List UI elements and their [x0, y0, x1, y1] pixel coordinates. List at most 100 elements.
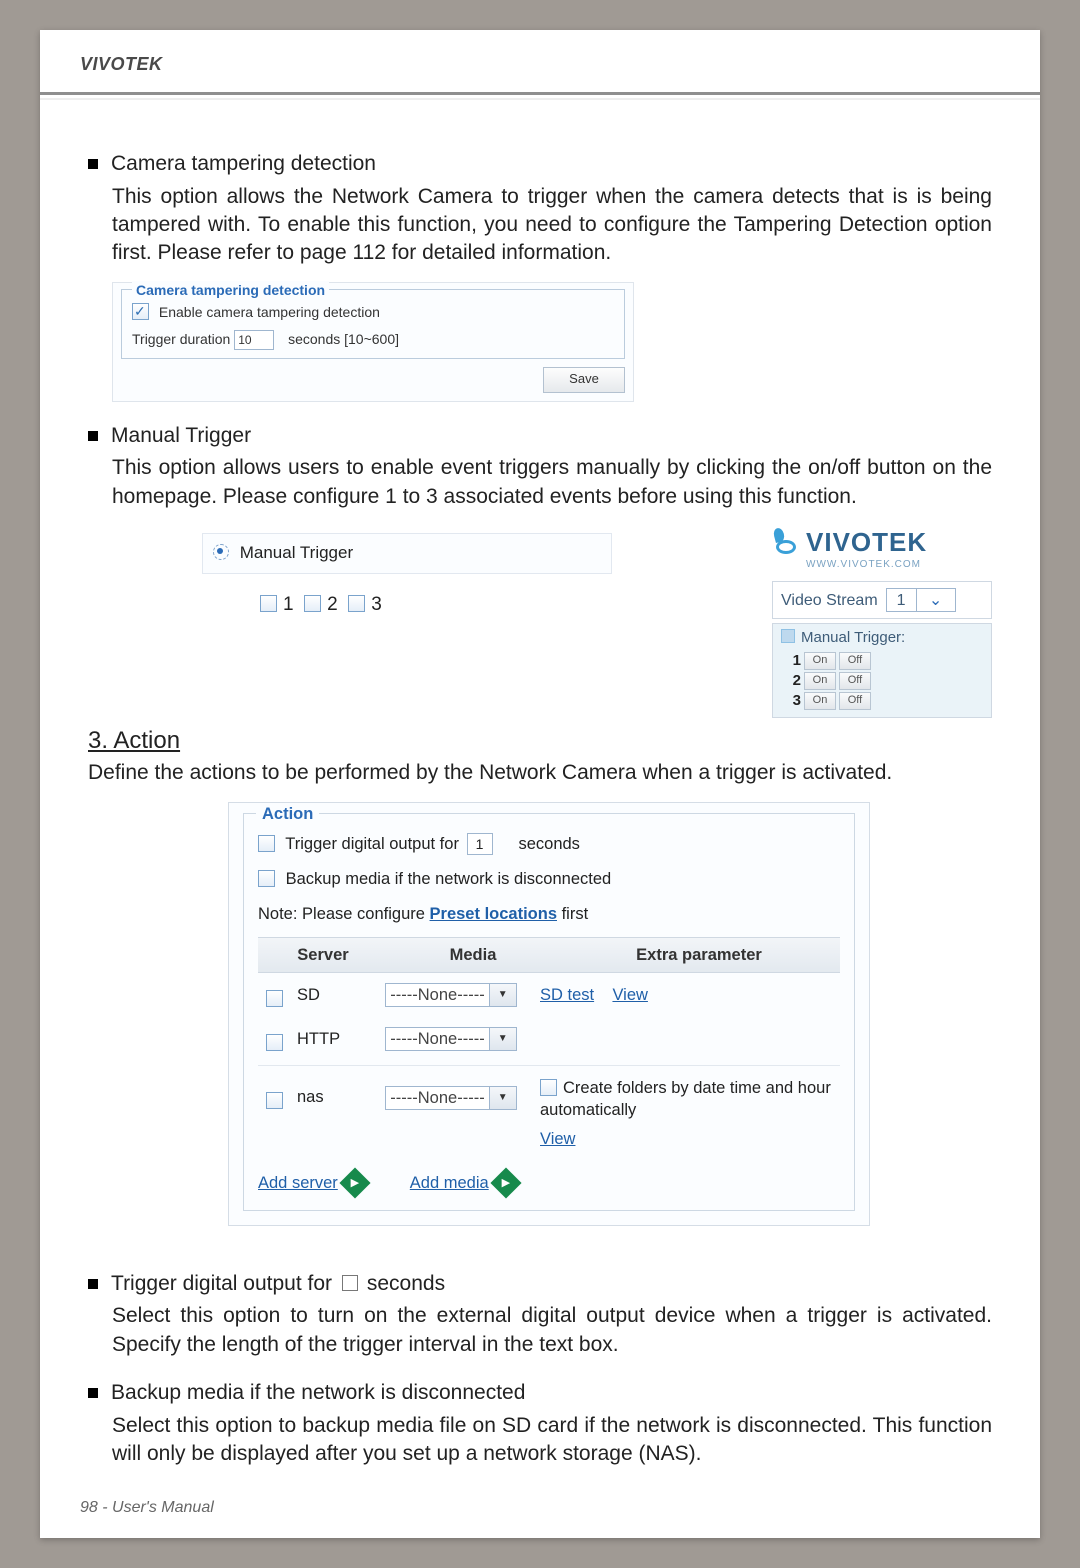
label-sd: SD — [297, 984, 320, 1006]
lead-backup-media: Backup media if the network is disconnec… — [111, 1381, 525, 1404]
add-server-button[interactable]: Add server — [258, 1172, 366, 1194]
mt-side-title: Manual Trigger: — [781, 628, 983, 648]
label-trigger-pre: Trigger digital output for — [285, 835, 459, 853]
label-http: HTTP — [297, 1028, 340, 1050]
mt-num-2: 2 — [787, 671, 801, 691]
select-sd-media[interactable]: -----None-----▼ — [385, 983, 516, 1007]
checkbox-http[interactable] — [266, 1034, 283, 1051]
label-create-folders: Create folders by date time and hour aut… — [540, 1079, 831, 1119]
checkbox-create-folders[interactable] — [540, 1079, 557, 1096]
checkbox-backup-media[interactable] — [258, 870, 275, 887]
brand: VIVOTEK — [80, 52, 1000, 76]
mt-on-1[interactable]: On — [804, 652, 836, 670]
label-nas: nas — [297, 1086, 324, 1108]
vivotek-side-panel: VIVOTEK WWW.VIVOTEK.COM Video Stream 1 ⌄… — [772, 525, 992, 695]
checkbox-sd[interactable] — [266, 990, 283, 1007]
bullet-backup-media: Backup media if the network is disconnec… — [88, 1379, 992, 1407]
legend-action: Action — [256, 803, 319, 825]
checkbox-enable-tampering[interactable] — [132, 303, 149, 320]
mt-off-3[interactable]: Off — [839, 692, 871, 710]
select-nas-media[interactable]: -----None-----▼ — [385, 1086, 516, 1110]
label-mt-1: 1 — [283, 594, 294, 615]
chevron-down-icon: ▼ — [489, 984, 516, 1006]
input-trigdur[interactable]: 10 — [234, 330, 274, 350]
select-nas-media-value: -----None----- — [386, 1087, 488, 1109]
bullet-square-icon — [88, 431, 98, 441]
action-row-http: HTTP -----None-----▼ — [258, 1017, 840, 1061]
vivotek-logo-text: VIVOTEK — [806, 525, 927, 560]
chevron-down-icon: ▼ — [489, 1028, 516, 1050]
action-table-header: Server Media Extra parameter — [258, 937, 840, 973]
label-mt-2: 2 — [327, 594, 338, 615]
action-row-nas: nas -----None-----▼ Create folders by da… — [258, 1065, 840, 1160]
mt-on-3[interactable]: On — [804, 692, 836, 710]
link-sd-view[interactable]: View — [612, 986, 647, 1004]
bullet-trigger-digital: Trigger digital output for seconds — [88, 1270, 992, 1298]
video-stream-value: 1 — [887, 590, 916, 612]
row-trigger-digital: Trigger digital output for 1 seconds — [258, 832, 840, 856]
mt-on-2[interactable]: On — [804, 672, 836, 690]
lead-manual-trigger: Manual Trigger — [111, 424, 251, 447]
vivotek-mark-icon — [772, 528, 800, 556]
save-button[interactable]: Save — [543, 367, 625, 393]
body-camera-tampering: This option allows the Network Camera to… — [112, 183, 992, 268]
radio-manual-trigger[interactable] — [213, 544, 229, 560]
vivotek-logo: VIVOTEK — [772, 525, 992, 560]
body-manual-trigger: This option allows users to enable event… — [112, 454, 992, 511]
checkbox-nas[interactable] — [266, 1092, 283, 1109]
link-sd-test[interactable]: SD test — [540, 986, 594, 1004]
link-nas-view[interactable]: View — [540, 1130, 575, 1148]
body-trigger-digital: Select this option to turn on the extern… — [112, 1302, 992, 1359]
fieldset-action: Action Trigger digital output for 1 seco… — [243, 813, 855, 1212]
select-sd-media-value: -----None----- — [386, 984, 488, 1006]
select-http-media[interactable]: -----None-----▼ — [385, 1027, 516, 1051]
bullet-square-icon — [88, 1279, 98, 1289]
section-action-intro: Define the actions to be performed by th… — [88, 759, 992, 787]
page-footer: 98 - User's Manual — [80, 1497, 214, 1519]
row-note: Note: Please configure Preset locations … — [258, 903, 840, 925]
lead-trigger-digital-pre: Trigger digital output for — [111, 1272, 338, 1295]
bullet-manual-trigger: Manual Trigger — [88, 422, 992, 450]
select-http-media-value: -----None----- — [386, 1028, 488, 1050]
checkbox-mt-2[interactable] — [304, 595, 321, 612]
chevron-down-icon: ⌄ — [916, 589, 955, 611]
action-row-sd: SD -----None-----▼ SD test View — [258, 973, 840, 1017]
body-backup-media: Select this option to backup media file … — [112, 1412, 992, 1469]
row-trigdur: Trigger duration 10 seconds [10~600] — [132, 330, 614, 350]
mt-off-1[interactable]: Off — [839, 652, 871, 670]
checkbox-mt-3[interactable] — [348, 595, 365, 612]
checkbox-mt-1[interactable] — [260, 595, 277, 612]
manual-trigger-side: Manual Trigger: 1OnOff 2OnOff 3OnOff — [772, 623, 992, 718]
action-table: Server Media Extra parameter SD -----Non… — [258, 937, 840, 1160]
page: VIVOTEK Camera tampering detection This … — [40, 30, 1040, 1538]
chevron-down-icon: ▼ — [489, 1087, 516, 1109]
manual-trigger-left: Manual Trigger 1 2 3 — [112, 525, 612, 618]
screenshot-tampering-panel: Camera tampering detection Enable camera… — [112, 282, 634, 402]
row-enable: Enable camera tampering detection — [132, 300, 614, 322]
section-action-heading: 3. Action — [88, 725, 992, 757]
video-stream-label: Video Stream — [781, 590, 878, 612]
video-stream-select[interactable]: 1 ⌄ — [886, 588, 956, 612]
manual-trigger-checks: 1 2 3 — [260, 592, 612, 618]
label-trigdur: Trigger duration — [132, 331, 230, 347]
lead-camera-tampering: Camera tampering detection — [111, 152, 376, 175]
action-bottom-buttons: Add server Add media — [258, 1172, 840, 1194]
mt-row-3: 3OnOff — [787, 691, 983, 711]
checkbox-trigger-digital[interactable] — [258, 835, 275, 852]
video-stream-row: Video Stream 1 ⌄ — [772, 581, 992, 619]
add-media-button[interactable]: Add media — [410, 1172, 517, 1194]
input-trigger-seconds[interactable]: 1 — [467, 833, 493, 855]
link-preset-locations[interactable]: Preset locations — [430, 905, 557, 923]
suffix-trigdur: seconds [10~600] — [288, 331, 399, 347]
mt-num-3: 3 — [787, 691, 801, 711]
fieldset-tampering: Camera tampering detection Enable camera… — [121, 289, 625, 359]
label-backup-media: Backup media if the network is disconnec… — [286, 870, 612, 888]
add-media-label: Add media — [410, 1172, 489, 1194]
mt-num-1: 1 — [787, 651, 801, 671]
blank-box-icon — [342, 1275, 358, 1291]
mt-off-2[interactable]: Off — [839, 672, 871, 690]
bullet-square-icon — [88, 159, 98, 169]
bullet-camera-tampering: Camera tampering detection — [88, 150, 992, 178]
row-nas-extra-top: Create folders by date time and hour aut… — [540, 1076, 836, 1122]
header-band: VIVOTEK — [40, 30, 1040, 86]
